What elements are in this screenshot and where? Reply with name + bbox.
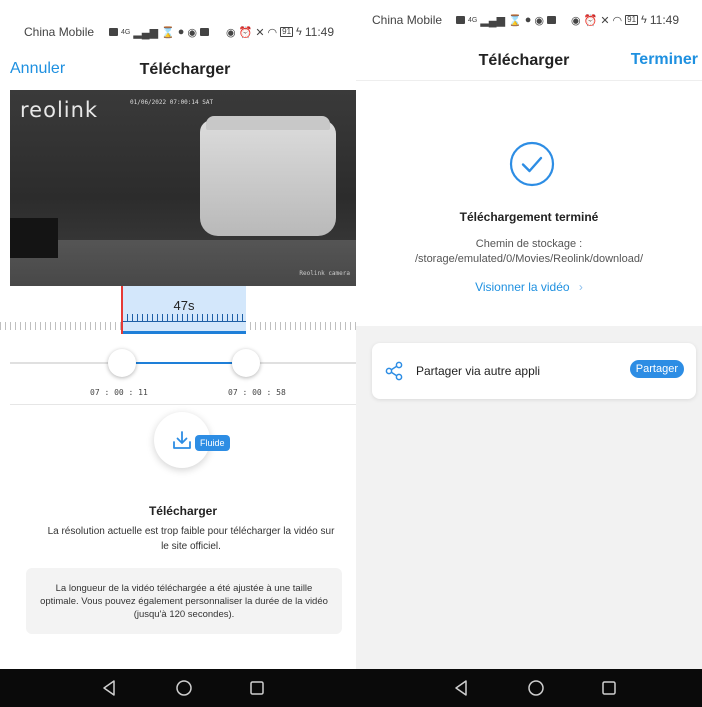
storage-path-label: Chemin de stockage : xyxy=(475,238,583,250)
system-nav-bar xyxy=(0,669,356,707)
target-icon: ◉ xyxy=(187,26,198,39)
message-icon xyxy=(200,28,210,36)
view-video-label: Visionner la vidéo xyxy=(475,280,570,294)
status-left-icons: 4G ▂▄▆ ⌛ ● ◉ xyxy=(456,14,557,27)
network-label: 4G xyxy=(468,16,478,24)
download-screen: China Mobile 4G ▂▄▆ ⌛ ● ◉ ◉ ⏰ ✕ ◠ 91 ϟ 1… xyxy=(0,0,356,707)
alarm-icon: ⏰ xyxy=(583,14,598,27)
range-track-fill xyxy=(122,362,246,364)
download-complete-screen: China Mobile 4G ▂▄▆ ⌛ ● ◉ ◉ ⏰ ✕ ◠ 91 ϟ 1… xyxy=(356,0,702,707)
playhead-marker xyxy=(121,286,123,334)
hd-icon xyxy=(109,28,118,36)
video-object xyxy=(200,120,336,236)
quality-badge: Fluide xyxy=(195,435,230,451)
download-icon xyxy=(173,431,191,449)
alarm-icon: ⏰ xyxy=(238,26,253,39)
video-floor xyxy=(10,240,356,286)
carrier-label: China Mobile xyxy=(24,25,95,39)
hourglass-icon: ⌛ xyxy=(508,14,522,27)
clip-duration: 47s xyxy=(173,298,195,313)
header-separator xyxy=(356,80,702,81)
back-triangle-icon[interactable] xyxy=(452,678,470,698)
download-title: Télécharger xyxy=(148,504,218,518)
network-label: 4G xyxy=(121,28,131,36)
length-info-box: La longueur de la vidéo téléchargée a ét… xyxy=(26,568,342,634)
carrier-label: China Mobile xyxy=(372,13,443,27)
timeline[interactable]: 47s 07 : 00 : 11 07 : 00 : 58 xyxy=(0,286,356,406)
end-time-label: 07 : 00 : 58 xyxy=(228,388,286,397)
eye-icon: ◉ xyxy=(226,26,236,39)
storage-path: /storage/emulated/0/Movies/Reolink/downl… xyxy=(414,253,644,265)
clock: 11:49 xyxy=(649,13,680,27)
charging-icon: ϟ xyxy=(641,14,647,26)
status-left-icons: 4G ▂▄▆ ⌛ ● ◉ xyxy=(109,26,210,39)
video-object-lid xyxy=(206,116,330,130)
chevron-right-icon: › xyxy=(578,280,583,294)
range-start-handle[interactable] xyxy=(108,349,136,377)
message-icon xyxy=(547,16,557,24)
home-circle-icon[interactable] xyxy=(174,678,194,698)
battery-icon: 91 xyxy=(280,27,294,37)
range-end-handle[interactable] xyxy=(232,349,260,377)
video-timestamp: 01/06/2022 07:00:14 SAT xyxy=(130,99,214,106)
success-check-icon xyxy=(509,141,555,187)
wifi-icon: ◠ xyxy=(267,26,278,39)
reolink-logo: reolink xyxy=(20,98,99,122)
share-card: Partager via autre appli Partager xyxy=(372,343,696,399)
share-label: Partager via autre appli xyxy=(416,364,541,378)
mute-icon: ✕ xyxy=(255,26,265,39)
cancel-button[interactable]: Annuler xyxy=(10,60,65,78)
signal-icon: ▂▄▆ xyxy=(133,26,159,39)
share-button[interactable]: Partager xyxy=(629,360,684,378)
section-separator xyxy=(10,404,356,405)
camera-name: Reolink camera xyxy=(299,270,350,277)
share-icon xyxy=(385,361,403,381)
finish-button[interactable]: Terminer xyxy=(631,51,698,69)
recents-square-icon[interactable] xyxy=(248,678,266,698)
top-bar: Télécharger Annuler xyxy=(0,52,356,88)
app-icon: ● xyxy=(177,26,185,38)
status-right-icons: ◉ ⏰ ✕ ◠ 91 ϟ 11:49 xyxy=(226,25,334,39)
resolution-note: La résolution actuelle est trop faible p… xyxy=(47,526,335,552)
clock: 11:49 xyxy=(304,25,335,39)
status-bar: China Mobile 4G ▂▄▆ ⌛ ● ◉ ◉ ⏰ ✕ ◠ 91 ϟ 1… xyxy=(0,20,356,44)
hourglass-icon: ⌛ xyxy=(161,26,175,39)
status-right-icons: ◉ ⏰ ✕ ◠ 91 ϟ 11:49 xyxy=(571,13,679,27)
video-preview[interactable]: reolink 01/06/2022 07:00:14 SAT Reolink … xyxy=(10,90,356,286)
timeline-selection[interactable]: 47s xyxy=(122,286,246,334)
home-circle-icon[interactable] xyxy=(526,678,546,698)
signal-icon: ▂▄▆ xyxy=(480,14,506,27)
target-icon: ◉ xyxy=(534,14,545,27)
app-icon: ● xyxy=(524,14,532,26)
mute-icon: ✕ xyxy=(600,14,610,27)
back-triangle-icon[interactable] xyxy=(100,678,118,698)
recents-square-icon[interactable] xyxy=(600,678,618,698)
view-video-link[interactable]: Visionner la vidéo › xyxy=(356,280,702,294)
wifi-icon: ◠ xyxy=(612,14,623,27)
download-complete-title: Téléchargement terminé xyxy=(459,210,599,224)
eye-icon: ◉ xyxy=(571,14,581,27)
system-nav-bar xyxy=(356,669,702,707)
video-device xyxy=(10,218,58,258)
selection-ruler xyxy=(122,314,246,322)
battery-icon: 91 xyxy=(625,15,639,25)
status-bar: China Mobile 4G ▂▄▆ ⌛ ● ◉ ◉ ⏰ ✕ ◠ 91 ϟ 1… xyxy=(356,8,702,32)
start-time-label: 07 : 00 : 11 xyxy=(90,388,148,397)
charging-icon: ϟ xyxy=(296,26,302,38)
hd-icon xyxy=(456,16,465,24)
length-info-text: La longueur de la vidéo téléchargée a ét… xyxy=(40,583,328,620)
